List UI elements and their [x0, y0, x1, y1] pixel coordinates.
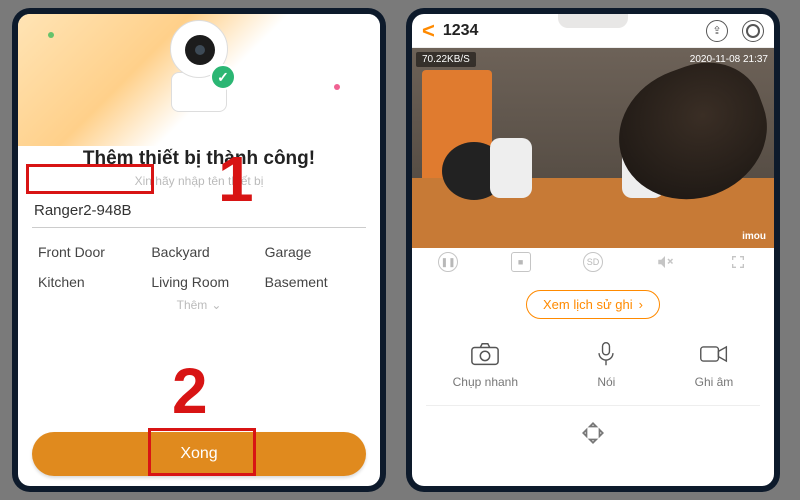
mic-icon	[591, 341, 621, 367]
pan-control[interactable]	[412, 414, 774, 456]
phone-left: ✓ Thêm thiết bị thành công! Xin hãy nhập…	[12, 8, 386, 492]
history-label: Xem lịch sử ghi	[543, 297, 633, 312]
action-talk-label: Nói	[597, 375, 615, 389]
done-label: Xong	[180, 445, 217, 463]
gear-icon[interactable]	[742, 20, 764, 42]
action-row: Chụp nhanh Nói Ghi âm	[412, 327, 774, 397]
watermark: imou	[742, 231, 766, 242]
back-icon[interactable]: <	[422, 18, 435, 44]
annotation-number-2: 2	[172, 354, 208, 428]
quality-icon[interactable]: SD	[583, 252, 603, 272]
pause-icon[interactable]: ❚❚	[438, 252, 458, 272]
more-label: Thêm	[177, 298, 208, 312]
action-snapshot-label: Chụp nhanh	[453, 375, 518, 389]
chip-kitchen[interactable]: Kitchen	[38, 274, 133, 290]
device-name-input[interactable]	[32, 198, 366, 228]
chevron-right-icon: ›	[639, 297, 643, 312]
success-title: Thêm thiết bị thành công!	[18, 148, 380, 170]
live-video[interactable]: 70.22KB/S 2020-11-08 21:37 imou	[412, 48, 774, 248]
chip-backyard[interactable]: Backyard	[151, 244, 246, 260]
action-record[interactable]: Ghi âm	[695, 341, 734, 389]
annotation-number-1: 1	[218, 142, 254, 216]
screen-right: < 1234 ⇪ 70.22KB/S 2020-11-08 21:37 imou…	[412, 14, 774, 486]
record-icon	[699, 341, 729, 367]
notch	[558, 14, 628, 28]
phone-right: < 1234 ⇪ 70.22KB/S 2020-11-08 21:37 imou…	[406, 8, 780, 492]
history-button[interactable]: Xem lịch sử ghi ›	[526, 290, 660, 319]
check-icon: ✓	[210, 64, 236, 90]
action-record-label: Ghi âm	[695, 375, 734, 389]
chip-garage[interactable]: Garage	[265, 244, 360, 260]
bitrate-badge: 70.22KB/S	[416, 52, 476, 67]
pan-icon	[580, 420, 606, 446]
camera-illustration: ✓	[164, 20, 234, 116]
hero-banner: ✓	[18, 14, 380, 146]
mute-icon[interactable]	[655, 252, 675, 272]
fullscreen-icon[interactable]	[728, 252, 748, 272]
video-timestamp: 2020-11-08 21:37	[690, 54, 768, 65]
share-icon[interactable]: ⇪	[706, 20, 728, 42]
action-snapshot[interactable]: Chụp nhanh	[453, 341, 518, 389]
screen-left: ✓ Thêm thiết bị thành công! Xin hãy nhập…	[18, 14, 380, 486]
stop-icon[interactable]: ■	[511, 252, 531, 272]
chevron-down-icon: ⌄	[211, 298, 221, 312]
action-talk[interactable]: Nói	[591, 341, 621, 389]
camera-icon	[470, 341, 500, 367]
location-chip-grid: Front Door Backyard Garage Kitchen Livin…	[18, 230, 380, 292]
video-controls: ❚❚ ■ SD	[412, 248, 774, 276]
success-subtitle: Xin hãy nhập tên thiết bị	[18, 174, 380, 188]
done-button[interactable]: Xong	[32, 432, 366, 476]
chip-living-room[interactable]: Living Room	[151, 274, 246, 290]
chip-front-door[interactable]: Front Door	[38, 244, 133, 260]
more-toggle[interactable]: Thêm ⌄	[18, 298, 380, 312]
chip-basement[interactable]: Basement	[265, 274, 360, 290]
divider	[426, 405, 760, 406]
